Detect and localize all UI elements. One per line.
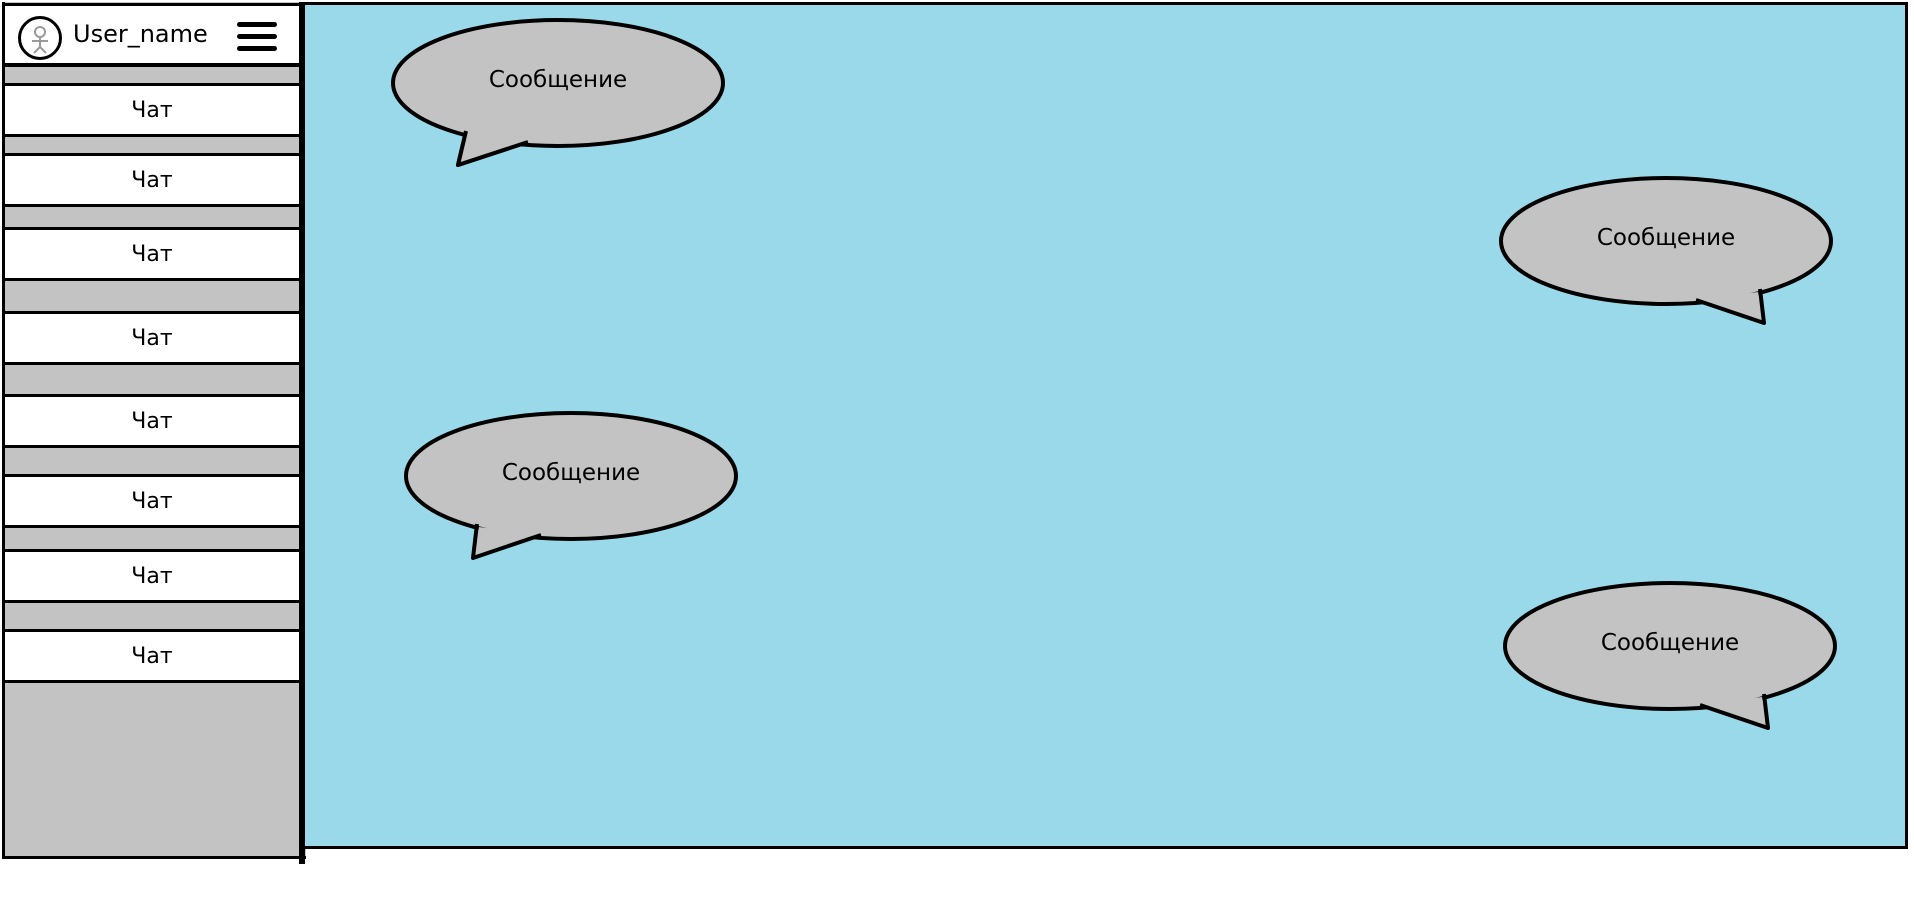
chat-label: Чат [131,241,173,267]
chat-list-item[interactable]: Чат [5,311,299,365]
chat-list-item[interactable]: Чат [5,394,299,448]
user-avatar-icon[interactable] [18,16,62,60]
chat-label: Чат [131,563,173,589]
username: User_name [73,20,208,48]
chat-label: Чат [131,643,173,669]
message-text: Сообщение [501,460,641,486]
message-text: Сообщение [1600,630,1740,656]
chat-list-item[interactable]: Чат [5,83,299,137]
message-bubble-incoming[interactable]: Сообщение [388,15,728,167]
hamburger-menu-icon[interactable] [237,22,277,52]
chat-list-item[interactable]: Чат [5,549,299,603]
messenger-window: User_name Чат Чат Чат Чат Чат Чат Чат Ча… [0,0,1914,899]
chat-list-item[interactable]: Чат [5,474,299,528]
message-text: Сообщение [488,67,628,93]
message-bubble-outgoing[interactable]: Сообщение [1500,578,1840,730]
chat-list-item[interactable]: Чат [5,227,299,281]
chat-label: Чат [131,167,173,193]
chat-list-item[interactable]: Чат [5,153,299,207]
chat-label: Чат [131,408,173,434]
message-text: Сообщение [1596,225,1736,251]
chat-list-item[interactable]: Чат [5,629,299,683]
chat-label: Чат [131,325,173,351]
chat-label: Чат [131,97,173,123]
message-bubble-incoming[interactable]: Сообщение [401,408,741,560]
user-header: User_name [5,3,299,67]
chat-label: Чат [131,488,173,514]
message-bubble-outgoing[interactable]: Сообщение [1496,173,1836,325]
